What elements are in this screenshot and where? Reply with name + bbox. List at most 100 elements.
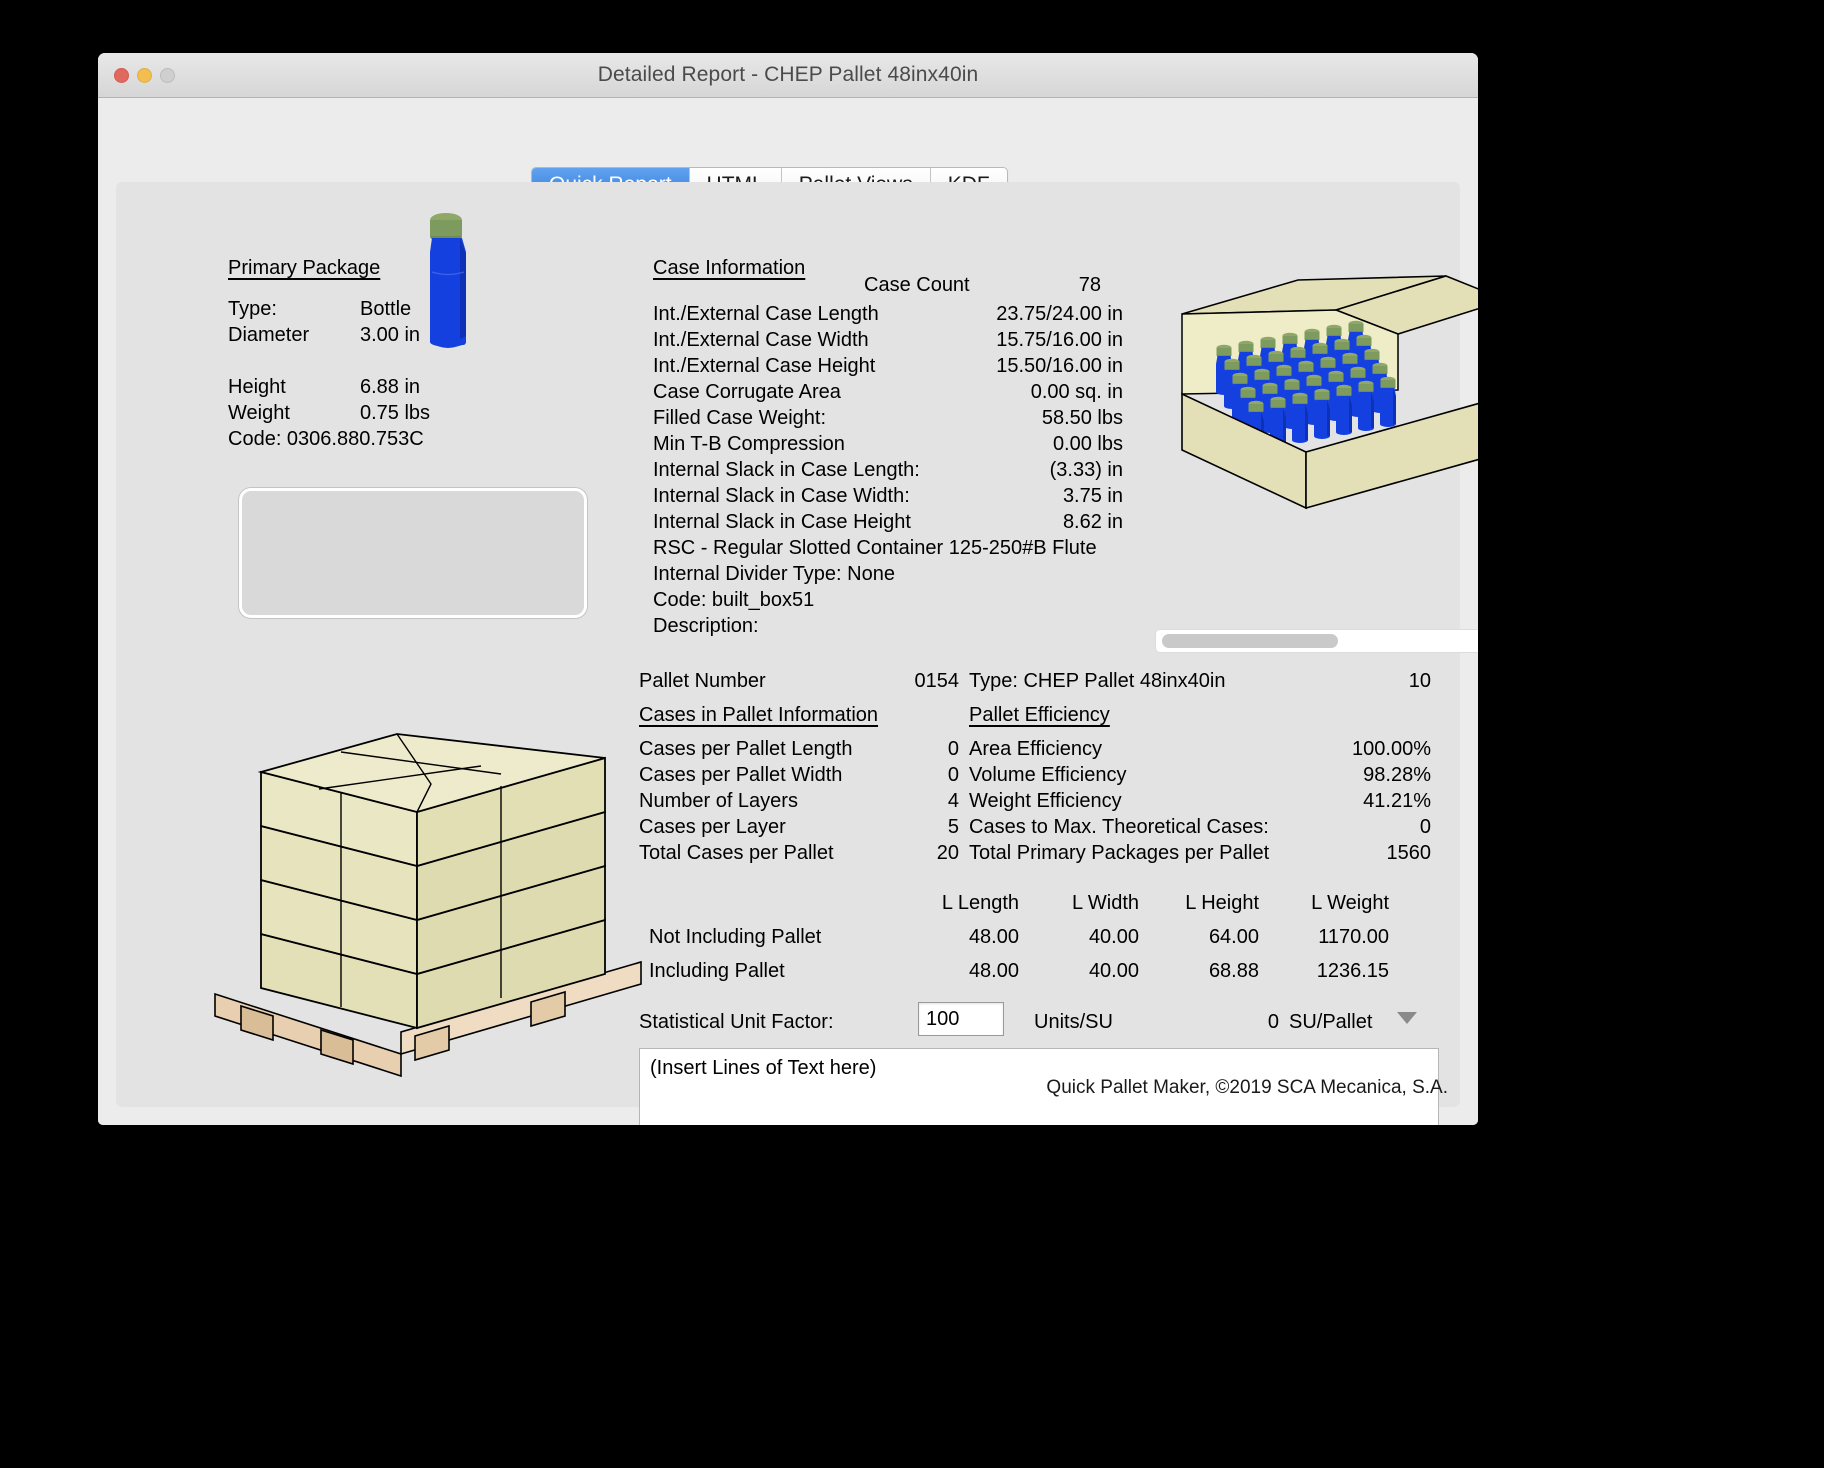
including-pallet-label: Including Pallet [649,960,785,982]
col-l-weight-header: L Weight [1311,892,1389,914]
case-corrugate-area-label: Case Corrugate Area [653,381,841,403]
primary-code: Code: 0306.880.753C [228,428,424,450]
pallet-number-label: Pallet Number [639,670,766,692]
case-info-row: Internal Slack in Case Length: (3.33) in [653,459,1123,485]
volume-efficiency-label: Volume Efficiency [969,764,1127,786]
weight-efficiency-label: Weight Efficiency [969,790,1122,812]
slack-height-value: 8.62 in [1062,511,1123,533]
case-info-row: Code: built_box51 [653,589,1123,615]
total-primary-packages-label: Total Primary Packages per Pallet [969,842,1270,864]
not-including-pallet-height: 64.00 [1208,926,1259,948]
case-info-row: Filled Case Weight: 58.50 lbs [653,407,1123,433]
cases-per-layer-label: Cases per Layer [639,816,786,838]
number-of-layers-label: Number of Layers [639,790,798,812]
pallet-type-label: Type: CHEP Pallet 48inx40in [969,670,1226,692]
statistical-unit-factor-label: Statistical Unit Factor: [639,1011,834,1033]
total-primary-packages-value: 1560 [1386,842,1432,864]
total-cases-per-pallet-value: 20 [936,842,959,864]
window-body: Quick Report HTML Pallet Views KDF Prima… [98,98,1478,1125]
cases-per-layer-value: 5 [947,816,959,838]
case-info-row: Min T-B Compression 0.00 lbs [653,433,1123,459]
close-button[interactable] [114,68,129,83]
table-header-row: L Length L Width L Height L Weight [639,892,1439,926]
report-panel: Primary Package Type: Bottle Diameter 3.… [116,182,1478,1125]
cases-in-pallet-heading: Cases in Pallet Information [639,704,879,726]
weight-efficiency-value: 41.21% [1363,790,1431,812]
case-length-label: Int./External Case Length [653,303,879,325]
table-row: Not Including Pallet 48.00 40.00 64.00 1… [639,926,1439,960]
case-length-value: 23.75/24.00 in [996,303,1123,325]
slack-height-label: Internal Slack in Case Height [653,511,911,533]
pallet-data-row: Cases per Layer 5 Cases to Max. Theoreti… [639,816,1439,842]
cases-per-pallet-length-label: Cases per Pallet Length [639,738,853,760]
case-info-row: Internal Divider Type: None [653,563,1123,589]
pallet-data-row: Total Cases per Pallet 20 Total Primary … [639,842,1439,868]
including-pallet-weight: 1236.15 [1316,960,1389,982]
min-tb-compression-label: Min T-B Compression [653,433,845,455]
case-info-row: RSC - Regular Slotted Container 125-250#… [653,537,1123,563]
case-information-heading: Case Information [653,257,806,279]
case-image-scrollbar[interactable] [1156,630,1478,652]
primary-package-section: Primary Package Type: Bottle Diameter 3.… [228,257,430,454]
case-preview-image [1181,275,1478,510]
primary-height-label: Height [228,376,286,398]
case-information-section: Case Information Case Count 78 Int./Exte… [653,257,1123,641]
cases-to-max-theoretical-value: 0 [1419,816,1431,838]
primary-package-row: Height 6.88 in [228,376,420,402]
case-width-value: 15.75/16.00 in [996,329,1123,351]
primary-type-value: Bottle [360,298,412,320]
case-count-label: Case Count [864,274,970,296]
case-info-row: Case Corrugate Area 0.00 sq. in [653,381,1123,407]
min-tb-compression-value: 0.00 lbs [1052,433,1123,455]
not-including-pallet-weight: 1170.00 [1318,926,1389,948]
primary-type-label: Type: [228,298,277,320]
zoom-button[interactable] [160,68,175,83]
primary-package-spacer [228,350,380,376]
case-width-label: Int./External Case Width [653,329,869,351]
primary-diameter-label: Diameter [228,324,310,346]
application-window: Detailed Report - CHEP Pallet 48inx40in … [98,53,1478,1125]
window-titlebar: Detailed Report - CHEP Pallet 48inx40in [98,53,1478,98]
su-per-pallet-label: SU/Pallet [1289,1011,1373,1033]
case-description-text: Description: [653,615,759,637]
slack-width-value: 3.75 in [1062,485,1123,507]
not-including-pallet-width: 40.00 [1088,926,1139,948]
volume-efficiency-value: 98.28% [1363,764,1431,786]
bottle-preview-image [430,213,466,348]
case-height-value: 15.50/16.00 in [996,355,1123,377]
cases-per-pallet-length-value: 0 [947,738,959,760]
case-info-row: Internal Slack in Case Width: 3.75 in [653,485,1123,511]
statistical-unit-factor-input[interactable]: 100 [918,1002,1004,1036]
pallet-number-row: Pallet Number 0154 Type: CHEP Pallet 48i… [639,670,1439,704]
case-info-row: Internal Slack in Case Height 8.62 in [653,511,1123,537]
case-info-row: Int./External Case Height 15.50/16.00 in [653,355,1123,381]
chevron-down-icon[interactable] [1397,1012,1417,1024]
pallet-data-row: Cases per Pallet Width 0 Volume Efficien… [639,764,1439,790]
slack-length-value: (3.33) in [1049,459,1123,481]
number-of-layers-value: 4 [947,790,959,812]
primary-package-row: Weight 0.75 lbs [228,402,430,428]
minimize-button[interactable] [137,68,152,83]
including-pallet-length: 48.00 [968,960,1019,982]
pallet-data-row: Cases per Pallet Length 0 Area Efficienc… [639,738,1439,764]
image-well[interactable] [239,488,587,618]
filled-case-weight-label: Filled Case Weight: [653,407,827,429]
case-code-text: Code: built_box51 [653,589,815,611]
dimensions-table: L Length L Width L Height L Weight Not I… [639,892,1439,994]
scrollbar-thumb[interactable] [1162,634,1338,648]
case-info-row: Int./External Case Length 23.75/24.00 in [653,303,1123,329]
primary-weight-label: Weight [228,402,290,424]
units-per-su-label: Units/SU [1034,1011,1113,1033]
primary-package-row: Diameter 3.00 in [228,324,420,350]
cases-per-pallet-width-value: 0 [947,764,959,786]
window-title: Detailed Report - CHEP Pallet 48inx40in [597,63,979,86]
case-corrugate-area-value: 0.00 sq. in [1030,381,1123,403]
internal-divider-type-text: Internal Divider Type: None [653,563,895,585]
area-efficiency-value: 100.00% [1352,738,1431,760]
su-count-value: 0 [1267,1011,1279,1033]
slack-length-label: Internal Slack in Case Length: [653,459,920,481]
cases-to-max-theoretical-label: Cases to Max. Theoretical Cases: [969,816,1269,838]
case-count-value: 78 [1078,274,1101,296]
statistical-unit-row: Statistical Unit Factor: 100 Units/SU 0 … [639,1002,1439,1042]
including-pallet-width: 40.00 [1088,960,1139,982]
